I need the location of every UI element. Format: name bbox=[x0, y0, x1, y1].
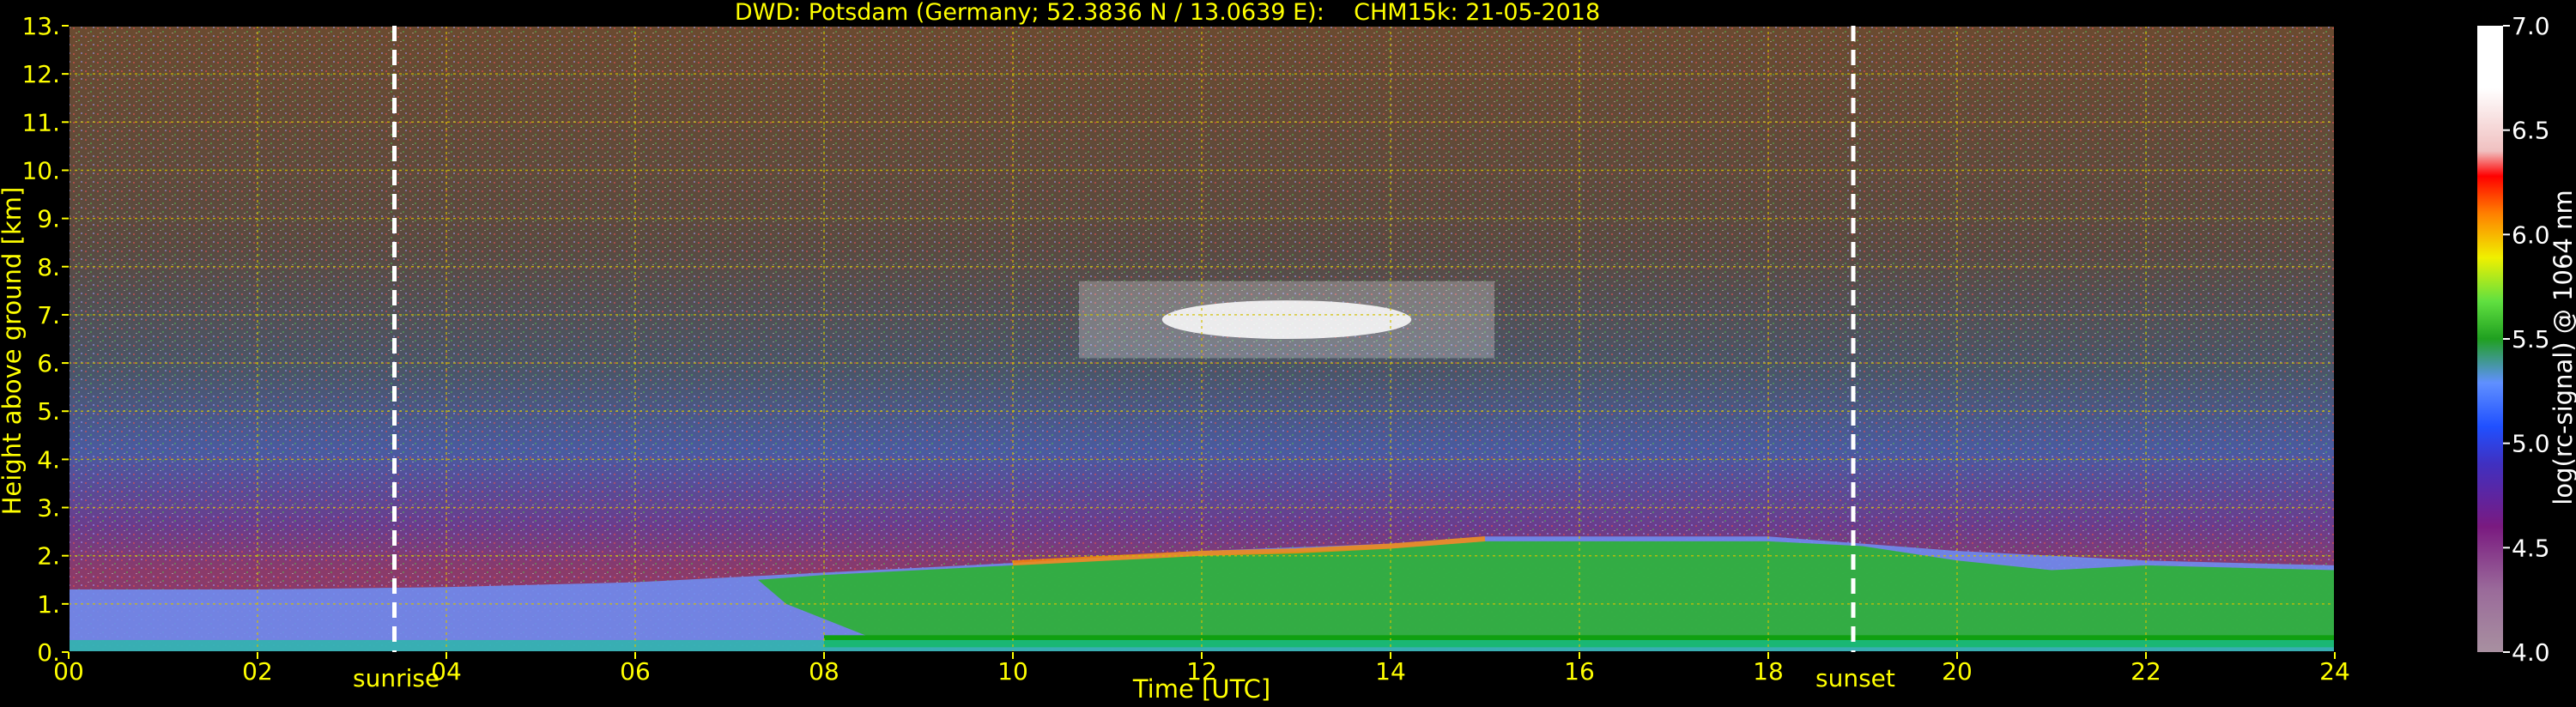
x-tick-label: 20 bbox=[1942, 657, 1973, 686]
y-tick-label: 1. bbox=[37, 590, 60, 619]
colorbar-tick-label: 5.0 bbox=[2512, 430, 2550, 458]
y-tick-label: 11. bbox=[21, 108, 60, 136]
x-tick-label: 22 bbox=[2131, 657, 2161, 686]
y-tick-label: 0. bbox=[37, 638, 60, 667]
colorbar-tick-label: 7.0 bbox=[2512, 12, 2550, 40]
colorbar-tick-label: 6.5 bbox=[2512, 117, 2550, 145]
y-axis-label: Height above ground [km] bbox=[0, 186, 27, 516]
y-tick-label: 4. bbox=[37, 445, 60, 474]
sunset-label: sunset bbox=[1815, 664, 1895, 692]
x-tick-label: 08 bbox=[809, 657, 839, 686]
x-tick-label: 02 bbox=[242, 657, 273, 686]
sunrise-label: sunrise bbox=[353, 664, 440, 692]
colorbar-tick-label: 4.5 bbox=[2512, 534, 2550, 562]
colorbar-tick-label: 6.0 bbox=[2512, 221, 2550, 249]
colorbar bbox=[2477, 26, 2503, 652]
colorbar-tick-label: 5.5 bbox=[2512, 325, 2550, 354]
colorbar-label: log(rc-signal) @ 1064 nm bbox=[2549, 190, 2576, 505]
ceilometer-figure: 00 02 04 06 08 10 12 14 16 18 20 22 240.1.2.3.4.5.6.… bbox=[21, 12, 2550, 686]
y-tick-label: 8. bbox=[37, 253, 60, 281]
cirrus-core bbox=[1161, 300, 1412, 339]
x-tick-label: 16 bbox=[1564, 657, 1595, 686]
x-tick-label: 06 bbox=[620, 657, 651, 686]
y-tick-label: 3. bbox=[37, 494, 60, 523]
x-tick-label: 18 bbox=[1753, 657, 1784, 686]
y-tick-label: 5. bbox=[37, 397, 60, 426]
colorbar-tick-label: 4.0 bbox=[2512, 638, 2550, 667]
x-tick-label: 24 bbox=[2319, 657, 2350, 686]
y-tick-label: 2. bbox=[37, 542, 60, 571]
chart-title: DWD: Potsdam (Germany; 52.3836 N / 13.06… bbox=[734, 0, 1601, 26]
y-tick-label: 6. bbox=[37, 349, 60, 378]
x-tick-label: 14 bbox=[1375, 657, 1406, 686]
y-tick-label: 7. bbox=[37, 301, 60, 329]
y-tick-label: 9. bbox=[37, 205, 60, 233]
y-tick-label: 10. bbox=[21, 156, 60, 184]
x-axis-label: Time [UTC] bbox=[1132, 674, 1271, 704]
x-tick-label: 10 bbox=[997, 657, 1028, 686]
y-tick-label: 12. bbox=[21, 60, 60, 88]
